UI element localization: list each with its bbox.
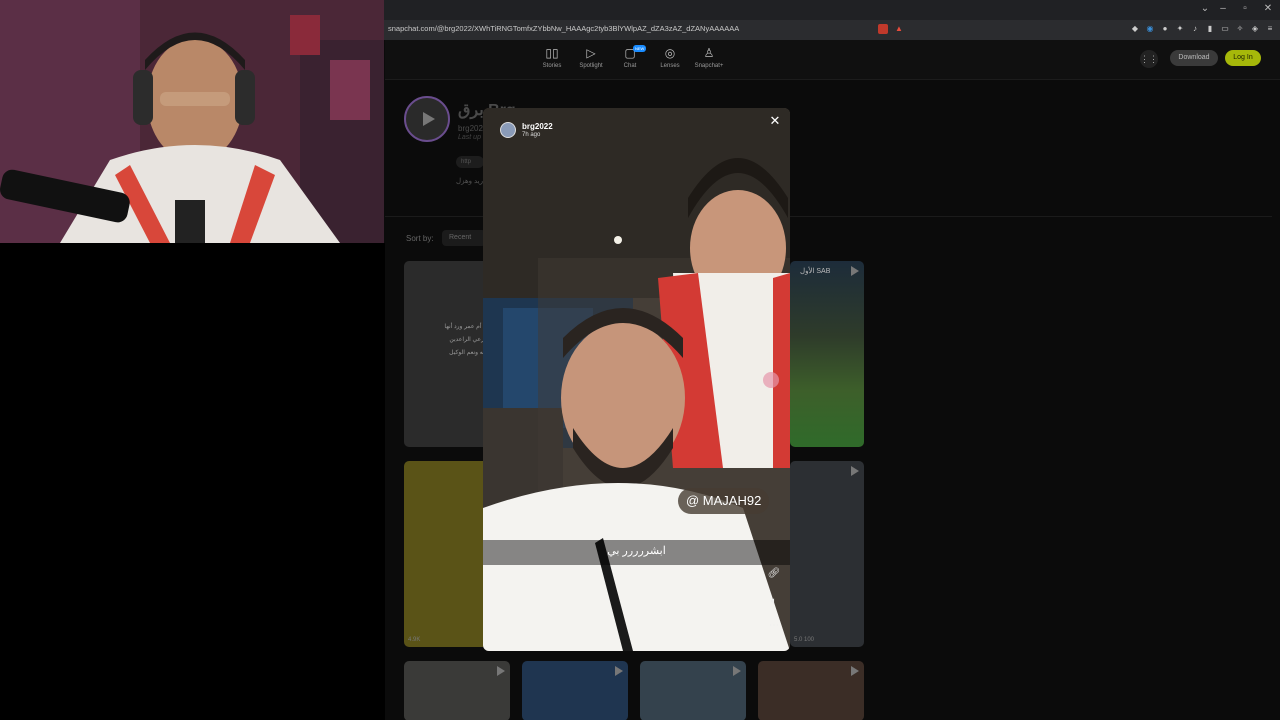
more-icon[interactable]: ⋯ (767, 620, 781, 634)
sort-select[interactable]: Recent (442, 230, 486, 246)
url-field[interactable]: snapchat.com/@brg2022/XWhTiRNGTomfxZYbbN… (388, 24, 739, 33)
ext-icon-2[interactable]: ◉ (1145, 24, 1155, 34)
link-icon[interactable]: 🔗︎ (767, 568, 781, 582)
play-icon (851, 466, 859, 476)
story-tile[interactable]: 5.0 100 (790, 461, 864, 647)
story-user-avatar[interactable] (500, 122, 516, 138)
apps-grid-icon[interactable]: ⋮⋮ (1140, 50, 1158, 68)
story-tile[interactable] (404, 661, 510, 720)
story-username[interactable]: brg2022 (522, 122, 553, 131)
nav-spotlight[interactable]: ▷ Spotlight (571, 46, 611, 69)
story-image (483, 108, 790, 651)
login-button[interactable]: Log In (1225, 50, 1261, 66)
nav-lenses-label: Lenses (660, 63, 680, 69)
profile-bio: ريد وهزل (456, 178, 483, 185)
play-icon (733, 666, 741, 676)
ext-icon-4[interactable]: ✧ (1235, 24, 1245, 34)
nav-chat[interactable]: ▢ NEW Chat (610, 45, 650, 69)
profile-avatar[interactable] (404, 96, 450, 142)
new-badge: NEW (633, 45, 647, 52)
play-icon: ▷ (586, 46, 596, 60)
lens-icon: ◎ (664, 46, 676, 60)
story-time: 7h ago (522, 132, 541, 138)
play-icon (851, 666, 859, 676)
wallet-icon[interactable]: ▭ (1220, 24, 1230, 34)
mention-sticker[interactable]: @ MAJAH92 (678, 488, 770, 514)
sort-label: Sort by: (406, 234, 434, 243)
close-icon[interactable]: ✕ (768, 114, 782, 128)
webcam-overlay (0, 0, 384, 243)
mouse-cursor (763, 372, 779, 388)
play-icon (497, 666, 505, 676)
nav-spotlight-label: Spotlight (579, 63, 603, 69)
story-caption: ابشررررر بي (607, 545, 666, 557)
story-tile[interactable] (522, 661, 628, 720)
story-tile[interactable]: الأول SAB (790, 261, 864, 447)
nav-chat-label: Chat (623, 63, 637, 69)
ghost-icon: ♙ (703, 46, 715, 60)
nav-snapchat-plus[interactable]: ♙ Snapchat+ (689, 46, 729, 69)
stories-icon: ▯▯ (545, 46, 559, 60)
shield-icon[interactable] (878, 24, 888, 34)
ext-icon-3[interactable]: ● (1160, 24, 1170, 34)
ext-icon-5[interactable]: ◈ (1250, 24, 1260, 34)
volume-icon[interactable]: 🔈︎ (767, 596, 781, 610)
profile-last-updated: Last up (458, 134, 481, 141)
sidebar-icon[interactable]: ▮ (1205, 24, 1215, 34)
tab-list-icon[interactable]: ⌄ (1198, 3, 1212, 14)
tile-stats: 5.0 100 (794, 637, 815, 643)
minimize-button[interactable]: – (1216, 3, 1230, 14)
alert-icon[interactable]: ▲ (894, 24, 904, 34)
nav-stories[interactable]: ▯▯ Stories (532, 46, 572, 69)
music-icon[interactable]: ♪ (1190, 24, 1200, 34)
story-tile[interactable] (640, 661, 746, 720)
nav-snapchat-plus-label: Snapchat+ (694, 63, 724, 69)
play-icon (615, 666, 623, 676)
story-tile[interactable] (758, 661, 864, 720)
puzzle-icon[interactable]: ✦ (1175, 24, 1185, 34)
maximize-button[interactable]: ▫ (1238, 3, 1252, 14)
tile-brand: الأول SAB (800, 268, 831, 275)
nav-stories-label: Stories (542, 63, 562, 69)
close-window-button[interactable]: ✕ (1261, 3, 1275, 14)
menu-icon[interactable]: ≡ (1265, 24, 1275, 34)
profile-link[interactable]: http (456, 156, 484, 168)
play-icon (851, 266, 859, 276)
nav-lenses[interactable]: ◎ Lenses (650, 46, 690, 69)
ext-icon-1[interactable]: ◆ (1130, 24, 1140, 34)
story-viewer[interactable] (483, 108, 790, 651)
webcam-image (0, 0, 384, 243)
screen: ⌄ – ▫ ✕ snapchat.com/@brg2022/XWhTiRNGTo… (0, 0, 1280, 720)
play-icon (423, 112, 435, 126)
profile-handle: brg202 (458, 124, 483, 133)
download-button[interactable]: Download (1170, 50, 1218, 66)
tile-stats: 4.9K (408, 637, 421, 643)
black-area (0, 243, 385, 720)
